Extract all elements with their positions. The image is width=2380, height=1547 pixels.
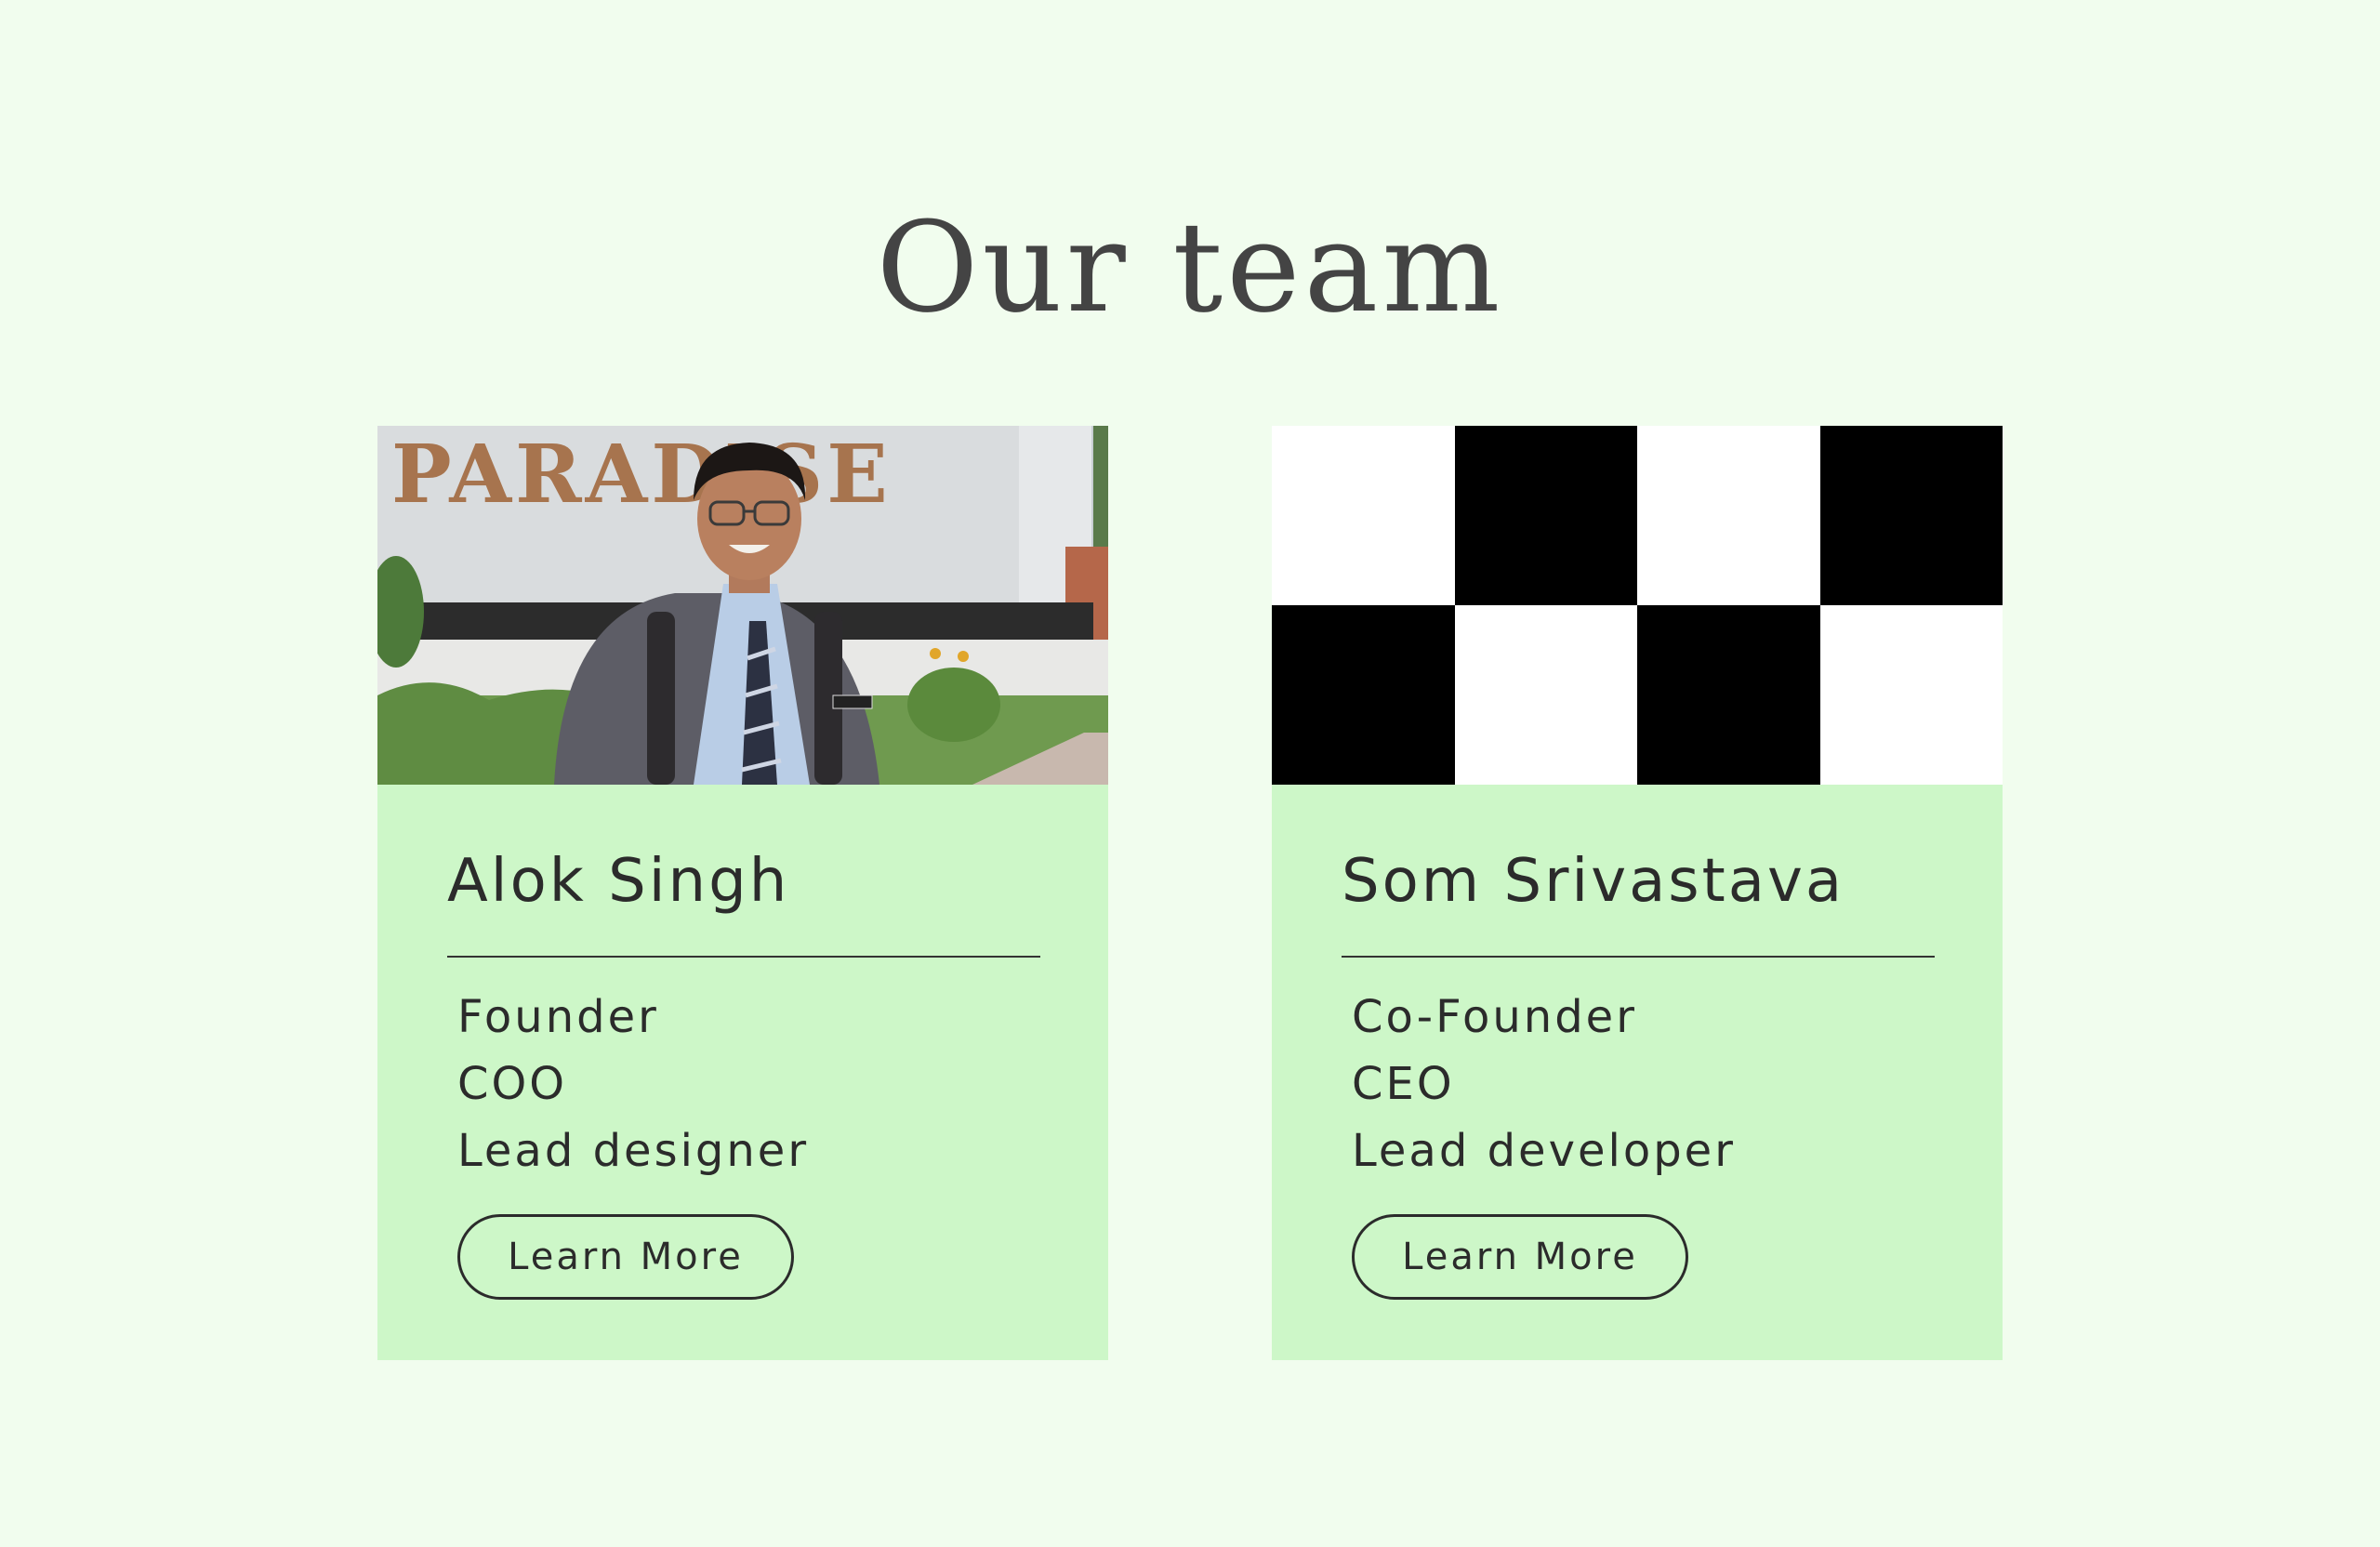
roles-list: Founder COO Lead designer bbox=[457, 984, 809, 1184]
team-card-som-srivastava: Som Srivastava Co-Founder CEO Lead devel… bbox=[1272, 426, 2003, 1360]
name-divider bbox=[1342, 956, 1935, 958]
name-divider bbox=[447, 956, 1040, 958]
member-image-placeholder bbox=[1272, 426, 2003, 785]
learn-more-button[interactable]: Learn More bbox=[457, 1214, 794, 1300]
role-item: COO bbox=[457, 1058, 568, 1110]
role-item: Founder bbox=[457, 991, 659, 1043]
learn-more-button[interactable]: Learn More bbox=[1352, 1214, 1688, 1300]
role-item: Lead developer bbox=[1352, 1125, 1736, 1177]
role-item: Co-Founder bbox=[1352, 991, 1637, 1043]
sign-text: PARADISE bbox=[391, 428, 892, 522]
member-photo: PARADISE bbox=[377, 426, 1108, 785]
team-card-alok-singh: PARADISE Alok Singh Founder COO Lead des… bbox=[377, 426, 1108, 1360]
member-name: Som Srivastava bbox=[1342, 847, 1845, 916]
role-item: Lead designer bbox=[457, 1125, 810, 1177]
role-item: CEO bbox=[1352, 1058, 1455, 1110]
member-name: Alok Singh bbox=[447, 847, 790, 916]
page-title: Our team bbox=[876, 195, 1504, 340]
roles-list: Co-Founder CEO Lead developer bbox=[1352, 984, 1736, 1184]
